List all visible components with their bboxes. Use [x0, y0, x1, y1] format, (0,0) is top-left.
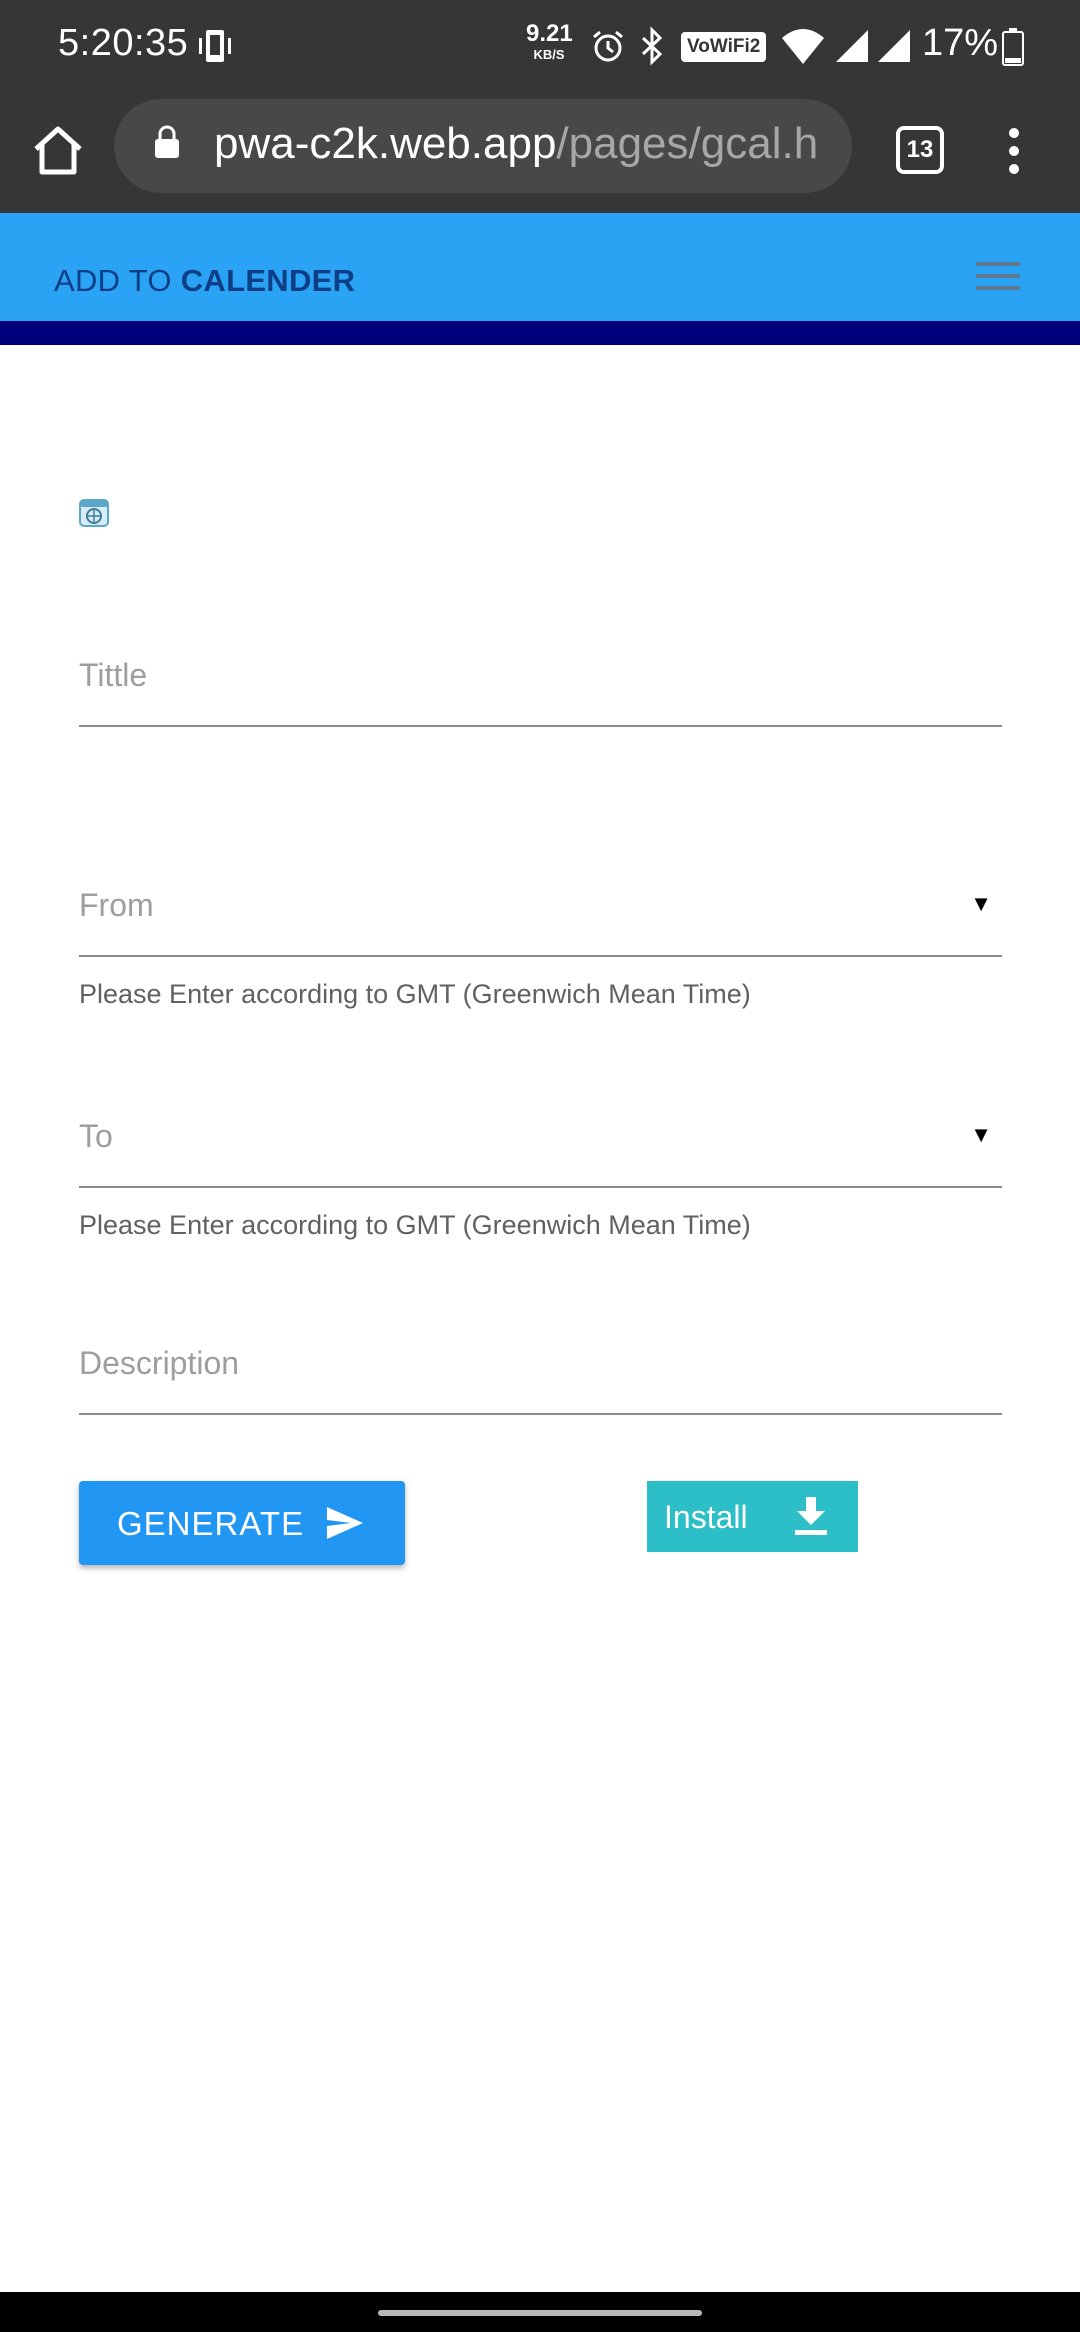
signal-icon	[878, 30, 910, 62]
network-speed-unit: KB/S	[533, 47, 565, 62]
signal-icon	[836, 30, 868, 62]
battery-icon	[1002, 28, 1024, 66]
browser-toolbar: pwa-c2k.web.app/pages/gcal.h 13	[0, 93, 1080, 213]
network-speed-value: 9.21	[526, 20, 573, 47]
page-title-prefix: ADD TO	[54, 263, 181, 298]
tab-switcher-button[interactable]: 13	[896, 126, 944, 174]
to-helper-text: Please Enter according to GMT (Greenwich…	[79, 1210, 751, 1240]
calendar-icon	[79, 499, 109, 527]
status-bar: 5:20:35 9.21 KB/S VoWiFi2 17%	[0, 0, 1080, 93]
title-input[interactable]: Tittle	[79, 635, 1002, 727]
page-title-bold: CALENDER	[180, 263, 356, 298]
app-header: ADD TO CALENDER	[0, 213, 1080, 321]
bluetooth-icon	[641, 26, 663, 66]
chevron-down-icon[interactable]: ▼	[970, 891, 992, 917]
to-placeholder: To	[79, 1118, 113, 1154]
network-speed: 9.21 KB/S	[526, 20, 573, 62]
system-nav-bar	[0, 2292, 1080, 2332]
header-accent-strip	[0, 321, 1080, 345]
generate-label: GENERATE	[117, 1505, 305, 1542]
generate-button[interactable]: GENERATE	[79, 1481, 405, 1565]
battery-percentage: 17%	[922, 22, 999, 64]
home-gesture-handle[interactable]	[378, 2310, 702, 2316]
url-path: /pages/gcal.h	[556, 119, 819, 168]
vowifi-badge: VoWiFi2	[681, 32, 767, 62]
to-select[interactable]: To ▼	[79, 1096, 1002, 1188]
url-text[interactable]: pwa-c2k.web.app/pages/gcal.h	[214, 119, 834, 169]
from-helper-text: Please Enter according to GMT (Greenwich…	[79, 979, 751, 1009]
from-placeholder: From	[79, 887, 154, 923]
alarm-icon	[593, 30, 623, 62]
overflow-menu-icon[interactable]	[1002, 123, 1026, 179]
lock-icon	[155, 125, 179, 158]
phone-vibrate-icon	[199, 30, 231, 62]
install-label: Install	[664, 1499, 748, 1535]
send-icon	[327, 1507, 363, 1539]
from-select[interactable]: From ▼	[79, 865, 1002, 957]
hamburger-icon[interactable]	[974, 261, 1022, 291]
page-title: ADD TO CALENDER	[54, 263, 355, 299]
chevron-down-icon[interactable]: ▼	[970, 1122, 992, 1148]
download-icon	[795, 1497, 827, 1535]
home-icon[interactable]	[32, 125, 84, 177]
title-placeholder: Tittle	[79, 657, 148, 693]
url-host: pwa-c2k.web.app	[214, 119, 557, 168]
description-input[interactable]: Description	[79, 1323, 1002, 1415]
description-placeholder: Description	[79, 1345, 240, 1381]
address-bar[interactable]: pwa-c2k.web.app/pages/gcal.h	[114, 99, 852, 193]
status-time: 5:20:35	[58, 22, 189, 64]
install-button[interactable]: Install	[647, 1481, 858, 1552]
wifi-icon	[782, 29, 824, 64]
